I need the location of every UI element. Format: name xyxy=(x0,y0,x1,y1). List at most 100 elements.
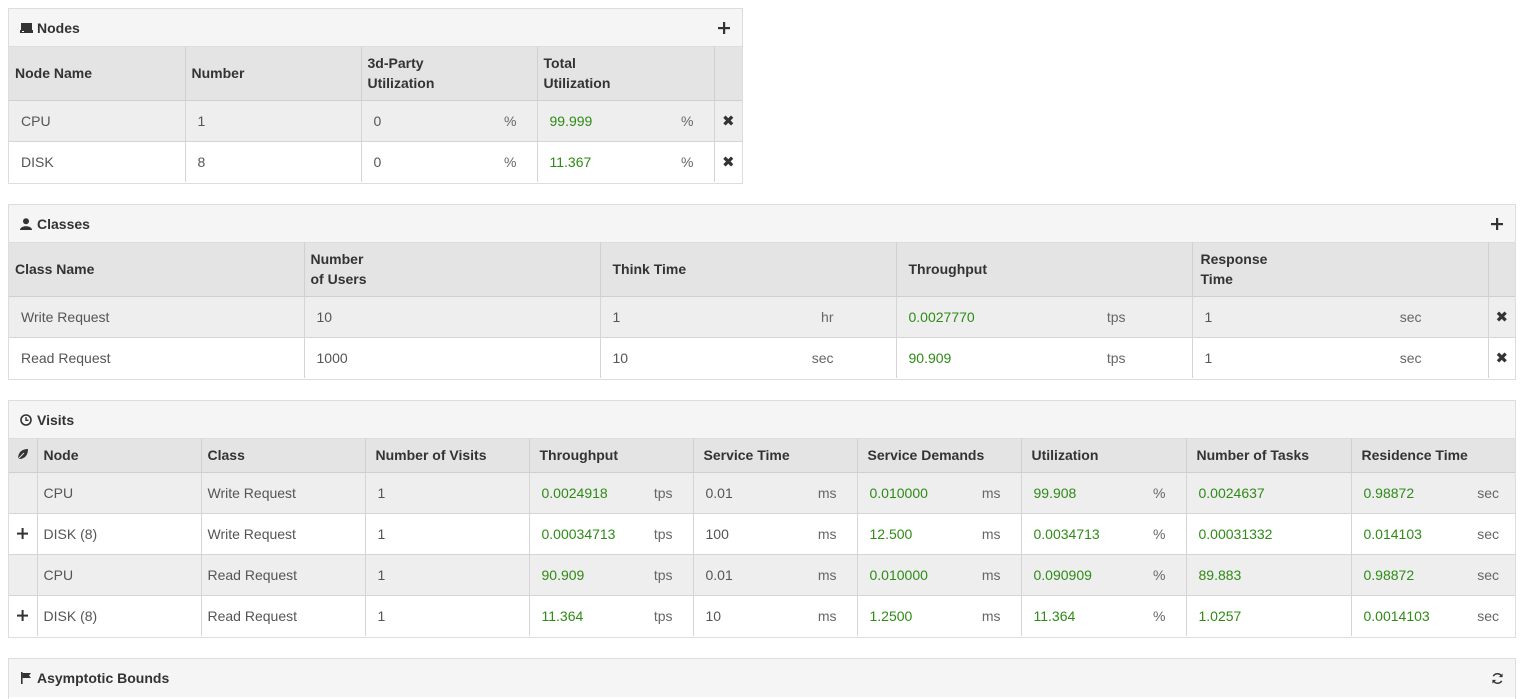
bounds-panel-header: Asymptotic Bounds xyxy=(9,659,1515,697)
node-name-field[interactable]: CPU xyxy=(9,100,186,142)
plus-icon[interactable] xyxy=(17,527,29,539)
close-icon[interactable]: ✖ xyxy=(722,154,735,171)
add-class-button[interactable] xyxy=(1489,216,1505,232)
flag-icon xyxy=(19,671,33,685)
close-icon[interactable]: ✖ xyxy=(1495,350,1508,367)
node-name-field[interactable]: DISK xyxy=(9,141,186,182)
visit-count-field[interactable]: 1 xyxy=(365,595,530,636)
nodes-header-actions xyxy=(714,47,742,101)
table-row: DISK 8 0% 11.367% ✖ xyxy=(9,141,742,182)
node-3rd-party-field[interactable]: 0% xyxy=(361,141,538,182)
visit-count-field[interactable]: 1 xyxy=(365,554,530,596)
visit-service-time-field[interactable]: 0.01 ms xyxy=(693,472,858,514)
visits-header-throughput: Throughput xyxy=(529,439,694,473)
class-users-field[interactable]: 1000 xyxy=(304,337,601,378)
visits-header-service-demands: Service Demands xyxy=(857,439,1022,473)
nodes-panel: Nodes Node Name Number 3d-Party Utilizati… xyxy=(8,8,743,184)
visits-panel-header: Visits xyxy=(9,401,1515,439)
class-think-time-field[interactable]: 1 hr xyxy=(600,296,897,338)
node-number-field[interactable]: 1 xyxy=(185,100,362,142)
visit-expand-cell xyxy=(9,554,38,596)
bounds-panel: Asymptotic Bounds xyxy=(8,658,1516,699)
table-row: DISK (8) Read Request 1 11.364 tps 10 ms 1… xyxy=(9,595,1515,636)
nodes-header-total-utilization: Total Utilization xyxy=(537,47,715,101)
class-users-field[interactable]: 10 xyxy=(304,296,601,338)
visit-utilization: 0.090909% xyxy=(1021,554,1187,596)
clock-icon xyxy=(19,413,33,427)
class-think-time-field[interactable]: 10 sec xyxy=(600,337,897,378)
classes-header-name: Class Name xyxy=(9,243,305,297)
visit-count-field[interactable]: 1 xyxy=(365,472,530,514)
nodes-panel-header: Nodes xyxy=(9,9,742,47)
visit-class: Read Request xyxy=(201,595,366,636)
visit-utilization: 11.364% xyxy=(1021,595,1187,636)
nodes-header-number: Number xyxy=(185,47,362,101)
bounds-panel-title: Asymptotic Bounds xyxy=(37,670,170,686)
class-name-field[interactable]: Read Request xyxy=(9,337,305,378)
visit-tasks: 1.0257 xyxy=(1186,595,1352,636)
table-row: CPU 1 0% 99.999% ✖ xyxy=(9,100,742,142)
close-icon[interactable]: ✖ xyxy=(722,113,735,130)
visit-tasks: 89.883 xyxy=(1186,554,1352,596)
visit-expand-cell xyxy=(9,472,38,514)
visits-header-number-of-visits: Number of Visits xyxy=(365,439,530,473)
nodes-header-3rd-party-utilization: 3d-Party Utilization xyxy=(361,47,538,101)
visit-node: CPU xyxy=(37,554,202,596)
visit-class: Write Request xyxy=(201,513,366,555)
classes-header-throughput: Throughput xyxy=(896,243,1193,297)
visit-utilization: 99.908% xyxy=(1021,472,1187,514)
visit-service-demands: 0.010000 ms xyxy=(857,472,1022,514)
visit-service-time-field[interactable]: 10 ms xyxy=(693,595,858,636)
visit-tasks: 0.0024637 xyxy=(1186,472,1352,514)
visit-class: Write Request xyxy=(201,472,366,514)
node-3rd-party-field[interactable]: 0% xyxy=(361,100,538,142)
leaf-icon[interactable] xyxy=(17,448,29,460)
class-throughput: 0.0027770 tps xyxy=(896,296,1193,338)
visit-count-field[interactable]: 1 xyxy=(365,513,530,555)
classes-panel-header: Classes xyxy=(9,205,1515,243)
visits-header-service-time: Service Time xyxy=(693,439,858,473)
visit-expand-button[interactable] xyxy=(9,513,38,555)
remove-node-button[interactable]: ✖ xyxy=(714,100,742,142)
classes-table: Class Name Number of Users Think Time Thr… xyxy=(9,243,1515,378)
nodes-table: Node Name Number 3d-Party Utilization Tot… xyxy=(9,47,742,182)
node-number-field[interactable]: 8 xyxy=(185,141,362,182)
table-row: DISK (8) Write Request 1 0.00034713 tps 1… xyxy=(9,513,1515,555)
visit-tasks: 0.00031332 xyxy=(1186,513,1352,555)
node-total-utilization: 99.999% xyxy=(537,100,715,142)
visit-service-time-field[interactable]: 0.01 ms xyxy=(693,554,858,596)
table-row: CPU Write Request 1 0.0024918 tps 0.01 ms … xyxy=(9,472,1515,514)
nodes-header-name: Node Name xyxy=(9,47,186,101)
visit-service-demands: 1.2500 ms xyxy=(857,595,1022,636)
visits-table: Node Class Number of Visits Throughput S… xyxy=(9,439,1515,636)
plus-icon[interactable] xyxy=(17,609,29,621)
class-name-field[interactable]: Write Request xyxy=(9,296,305,338)
classes-header-users: Number of Users xyxy=(304,243,601,297)
table-row: Write Request 10 1 hr 0.0027770 tps 1 sec ✖ xyxy=(9,296,1515,338)
visits-header-number-of-tasks: Number of Tasks xyxy=(1186,439,1352,473)
visits-header-toggle[interactable] xyxy=(9,439,38,473)
visit-residence-time: 0.0014103 sec xyxy=(1351,595,1515,636)
server-icon xyxy=(19,21,33,35)
visit-residence-time: 0.014103 sec xyxy=(1351,513,1515,555)
class-response-time: 1 sec xyxy=(1192,296,1489,338)
visit-service-time-field[interactable]: 100 ms xyxy=(693,513,858,555)
visits-panel: Visits Node Class Number of Visits Throu… xyxy=(8,400,1516,638)
remove-class-button[interactable]: ✖ xyxy=(1488,296,1515,338)
refresh-icon[interactable] xyxy=(1491,672,1504,685)
remove-node-button[interactable]: ✖ xyxy=(714,141,742,182)
remove-class-button[interactable]: ✖ xyxy=(1488,337,1515,378)
visit-node: DISK (8) xyxy=(37,513,202,555)
visit-class: Read Request xyxy=(201,554,366,596)
refresh-bounds-button[interactable] xyxy=(1489,670,1505,686)
classes-header-think-time: Think Time xyxy=(600,243,897,297)
visit-throughput: 90.909 tps xyxy=(529,554,694,596)
visit-throughput: 0.0024918 tps xyxy=(529,472,694,514)
visit-expand-button[interactable] xyxy=(9,595,38,636)
visit-service-demands: 12.500 ms xyxy=(857,513,1022,555)
close-icon[interactable]: ✖ xyxy=(1495,309,1508,326)
add-node-button[interactable] xyxy=(716,20,732,36)
visit-node: CPU xyxy=(37,472,202,514)
classes-header-actions xyxy=(1488,243,1515,297)
visit-residence-time: 0.98872 sec xyxy=(1351,472,1515,514)
